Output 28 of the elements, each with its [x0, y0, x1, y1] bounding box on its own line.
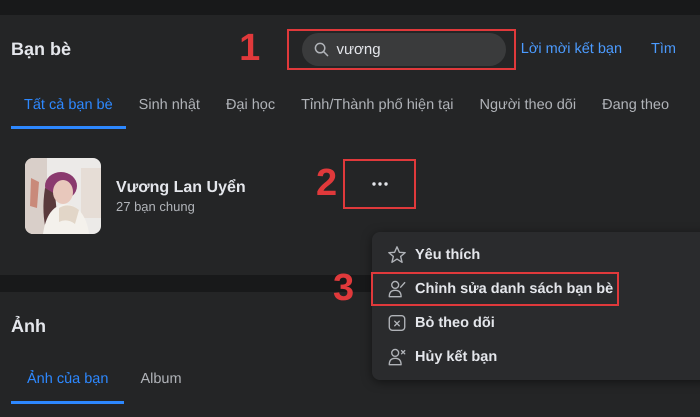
tab[interactable]: Album — [124, 356, 198, 404]
tab[interactable]: Sinh nhật — [126, 83, 213, 129]
close-icon — [387, 313, 407, 333]
menu-item[interactable]: Yêu thích — [371, 238, 480, 272]
header-link[interactable]: Lời mời kết bạn — [520, 41, 622, 57]
annotation-number: 1 — [239, 28, 260, 66]
search-icon — [314, 42, 330, 56]
section-title: Bạn bè — [11, 38, 72, 58]
person-icon — [387, 347, 407, 367]
annotation-number: 2 — [316, 164, 338, 202]
annotation-number: 3 — [333, 269, 354, 307]
friend-name[interactable]: Vương Lan Uyển — [116, 178, 293, 196]
star-icon — [387, 245, 407, 265]
tab[interactable]: Đại học — [212, 83, 288, 129]
tab[interactable]: Ảnh của bạn — [11, 356, 124, 404]
menu-item[interactable]: Hủy kết bạn — [371, 340, 498, 374]
section-title: Ảnh — [11, 316, 46, 336]
search-field[interactable]: vương — [302, 32, 506, 66]
tab[interactable]: Đang theo — [589, 83, 682, 129]
menu-item[interactable]: Chỉnh sửa danh sách bạn bè — [371, 272, 614, 306]
person-icon — [387, 279, 407, 299]
tab[interactable]: Tất cả bạn bè — [11, 83, 126, 129]
tab[interactable]: Tỉnh/Thành phố hiện tại — [288, 83, 466, 129]
header-link[interactable]: Tìm — [651, 41, 676, 57]
more-icon — [372, 182, 388, 186]
menu-item[interactable]: Bỏ theo dõi — [371, 306, 495, 340]
mutual-friends-count: 27 bạn chung — [116, 198, 196, 214]
tab[interactable]: Người theo dõi — [466, 83, 590, 129]
